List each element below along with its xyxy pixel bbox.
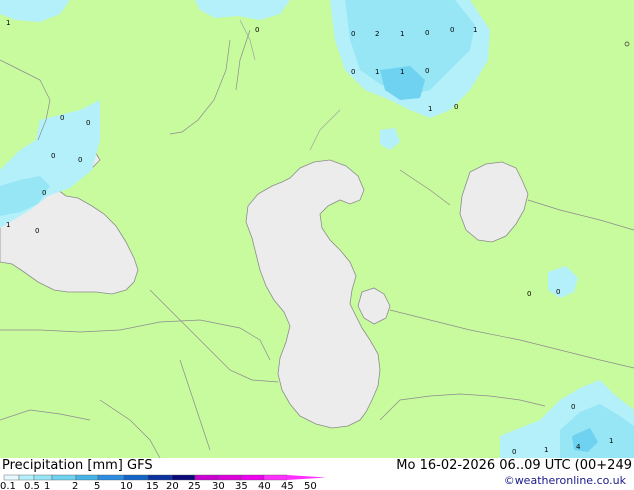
point-value: 1 [609,437,613,445]
point-value: 0 [450,26,454,34]
point-value: 0 [571,403,575,411]
point-value: 0 [42,189,46,197]
legend-colorbar: 0.1 0.5 1 2 5 10 15 20 25 30 35 40 45 50 [0,474,326,490]
point-value: 4 [576,443,581,451]
legend-swatch [194,474,219,481]
bottom-bar: Precipitation [mm] GFS Mo 16-02-2026 06.… [0,458,634,490]
legend-swatch [263,474,288,481]
legend-tick-label: 30 [212,481,225,490]
point-value: 0 [35,227,39,235]
point-value: 0 [51,152,55,160]
point-value: 1 [375,68,379,76]
valid-time: Mo 16-02-2026 06..09 UTC (00+249 [396,458,632,473]
point-value: 0 [512,448,516,456]
point-value: 1 [473,26,477,34]
legend-tick-label: 5 [94,481,100,490]
legend-tick-label: 45 [281,481,294,490]
point-value: 1 [544,446,548,454]
legend-tick-label: 50 [304,481,317,490]
legend-swatch [51,474,77,481]
point-value: 1 [6,19,10,27]
legend-tick-label: 20 [166,481,179,490]
legend-tick-label: 0.1 [0,481,16,490]
point-value: 0 [425,67,429,75]
precipitation-legend: 0.1 0.5 1 2 5 10 15 20 25 30 35 40 45 50 [0,474,340,490]
point-value: 0 [60,114,64,122]
point-value: 1 [400,30,404,38]
point-value: 2 [375,30,379,38]
point-value: 0 [351,30,355,38]
legend-swatch [240,474,265,481]
point-value: 0 [86,119,90,127]
point-value: 0 [351,68,355,76]
legend-swatch [18,474,35,481]
legend-tick-label: 25 [188,481,201,490]
point-value: 0 [425,29,429,37]
map-title: Precipitation [mm] GFS [2,458,153,473]
point-value: 0 [255,26,259,34]
legend-swatch [171,474,196,481]
legend-swatch [97,474,125,481]
legend-swatch [123,474,149,481]
point-value: 0 [556,288,560,296]
legend-swatch [147,474,173,481]
legend-swatch [33,474,53,481]
legend-tick-label: 10 [120,481,133,490]
point-value: 0 [454,103,458,111]
legend-arrow-tip [287,475,326,480]
legend-swatch [217,474,242,481]
legend-tick-label: 0.5 [24,481,40,490]
precipitation-map: 1 0 0 2 1 0 0 1 0 1 1 0 1 0 0 0 0 0 0 0 … [0,0,634,458]
legend-tick-label: 40 [258,481,271,490]
point-value: 0 [78,156,82,164]
title-prefix: Precipitation [mm] [2,458,123,473]
legend-tick-label: 1 [44,481,50,490]
point-value: 1 [428,105,432,113]
legend-tick-label: 15 [146,481,159,490]
legend-tick-label: 2 [72,481,78,490]
point-value: 1 [400,68,404,76]
legend-swatch [3,474,20,481]
point-value: 0 [527,290,531,298]
copyright: ©weatheronline.co.uk [503,474,626,487]
model-name: GFS [127,458,153,473]
legend-swatch [75,474,99,481]
point-value: 1 [6,221,10,229]
legend-tick-label: 35 [235,481,248,490]
